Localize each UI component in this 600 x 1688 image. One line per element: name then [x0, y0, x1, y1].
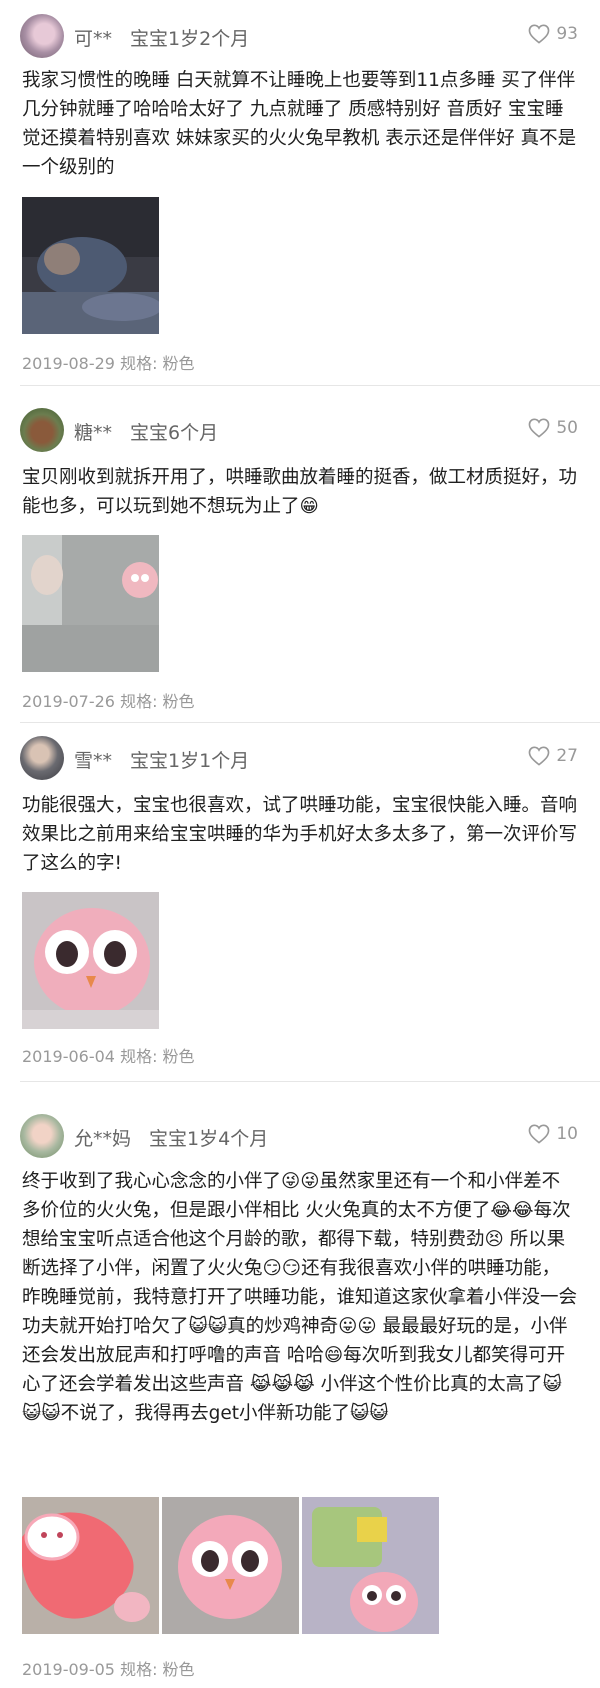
- baby-age: 宝宝1岁2个月: [130, 28, 250, 50]
- divider: [20, 385, 600, 386]
- reviewer-name: 雪**: [74, 750, 113, 772]
- reviewer-info: 糖** 宝宝6个月: [74, 418, 218, 445]
- reviewer-info: 可** 宝宝1岁2个月: [74, 24, 249, 51]
- baby-age: 宝宝1岁1个月: [130, 750, 250, 772]
- review-date: 2019-07-26: [22, 692, 115, 711]
- reviewer-name: 可**: [74, 28, 113, 50]
- like-count: 10: [556, 1124, 578, 1144]
- review-text: 功能很强大，宝宝也很喜欢，试了哄睡功能，宝宝很快能入睡。音响效果比之前用来给宝宝…: [22, 795, 578, 874]
- review-date: 2019-08-29: [22, 354, 115, 373]
- review-meta: 2019-07-26 规格: 粉色: [22, 688, 195, 712]
- review-date: 2019-09-05: [22, 1660, 115, 1679]
- review-text: 宝贝刚收到就拆开用了，哄睡歌曲放着睡的挺香，做工材质挺好，功能也多，可以玩到她不…: [22, 467, 578, 517]
- review-text: 终于收到了我心心念念的小伴了😜😜虽然家里还有一个和小伴差不多价位的火火兔，但是跟…: [22, 1171, 578, 1424]
- divider: [20, 722, 600, 723]
- like-count: 93: [556, 24, 578, 44]
- review-photo[interactable]: [22, 197, 159, 334]
- review-spec: 规格: 粉色: [120, 1047, 195, 1066]
- like-button[interactable]: 50: [528, 418, 578, 438]
- review-photo[interactable]: [302, 1497, 439, 1634]
- review-photo[interactable]: [22, 892, 159, 1029]
- reviewer-name: 糖**: [74, 422, 113, 444]
- review-meta: 2019-09-05 规格: 粉色: [22, 1656, 195, 1680]
- review-photo[interactable]: [162, 1497, 299, 1634]
- review-photo[interactable]: [22, 1497, 159, 1634]
- review-meta: 2019-08-29 规格: 粉色: [22, 350, 195, 374]
- reviewer-info: 雪** 宝宝1岁1个月: [74, 746, 249, 773]
- like-count: 50: [556, 418, 578, 438]
- like-button[interactable]: 93: [528, 24, 578, 44]
- like-button[interactable]: 27: [528, 746, 578, 766]
- reviewer-name: 允**妈: [74, 1128, 132, 1150]
- avatar[interactable]: [20, 1114, 64, 1158]
- review-spec: 规格: 粉色: [120, 354, 195, 373]
- review-date: 2019-06-04: [22, 1047, 115, 1066]
- heart-icon: [528, 24, 550, 44]
- reviewer-info: 允**妈 宝宝1岁4个月: [74, 1124, 268, 1151]
- heart-icon: [528, 746, 550, 766]
- like-count: 27: [556, 746, 578, 766]
- heart-icon: [528, 1124, 550, 1144]
- avatar[interactable]: [20, 736, 64, 780]
- heart-icon: [528, 418, 550, 438]
- avatar[interactable]: [20, 14, 64, 58]
- divider: [20, 1081, 600, 1082]
- review-spec: 规格: 粉色: [120, 692, 195, 711]
- baby-age: 宝宝6个月: [130, 422, 219, 444]
- avatar[interactable]: [20, 408, 64, 452]
- baby-age: 宝宝1岁4个月: [149, 1128, 269, 1150]
- like-button[interactable]: 10: [528, 1124, 578, 1144]
- review-text: 我家习惯性的晚睡 白天就算不让睡晚上也要等到11点多睡 买了伴伴几分钟就睡了哈哈…: [22, 70, 577, 178]
- review-photo[interactable]: [22, 535, 159, 672]
- review-spec: 规格: 粉色: [120, 1660, 195, 1679]
- review-meta: 2019-06-04 规格: 粉色: [22, 1043, 195, 1067]
